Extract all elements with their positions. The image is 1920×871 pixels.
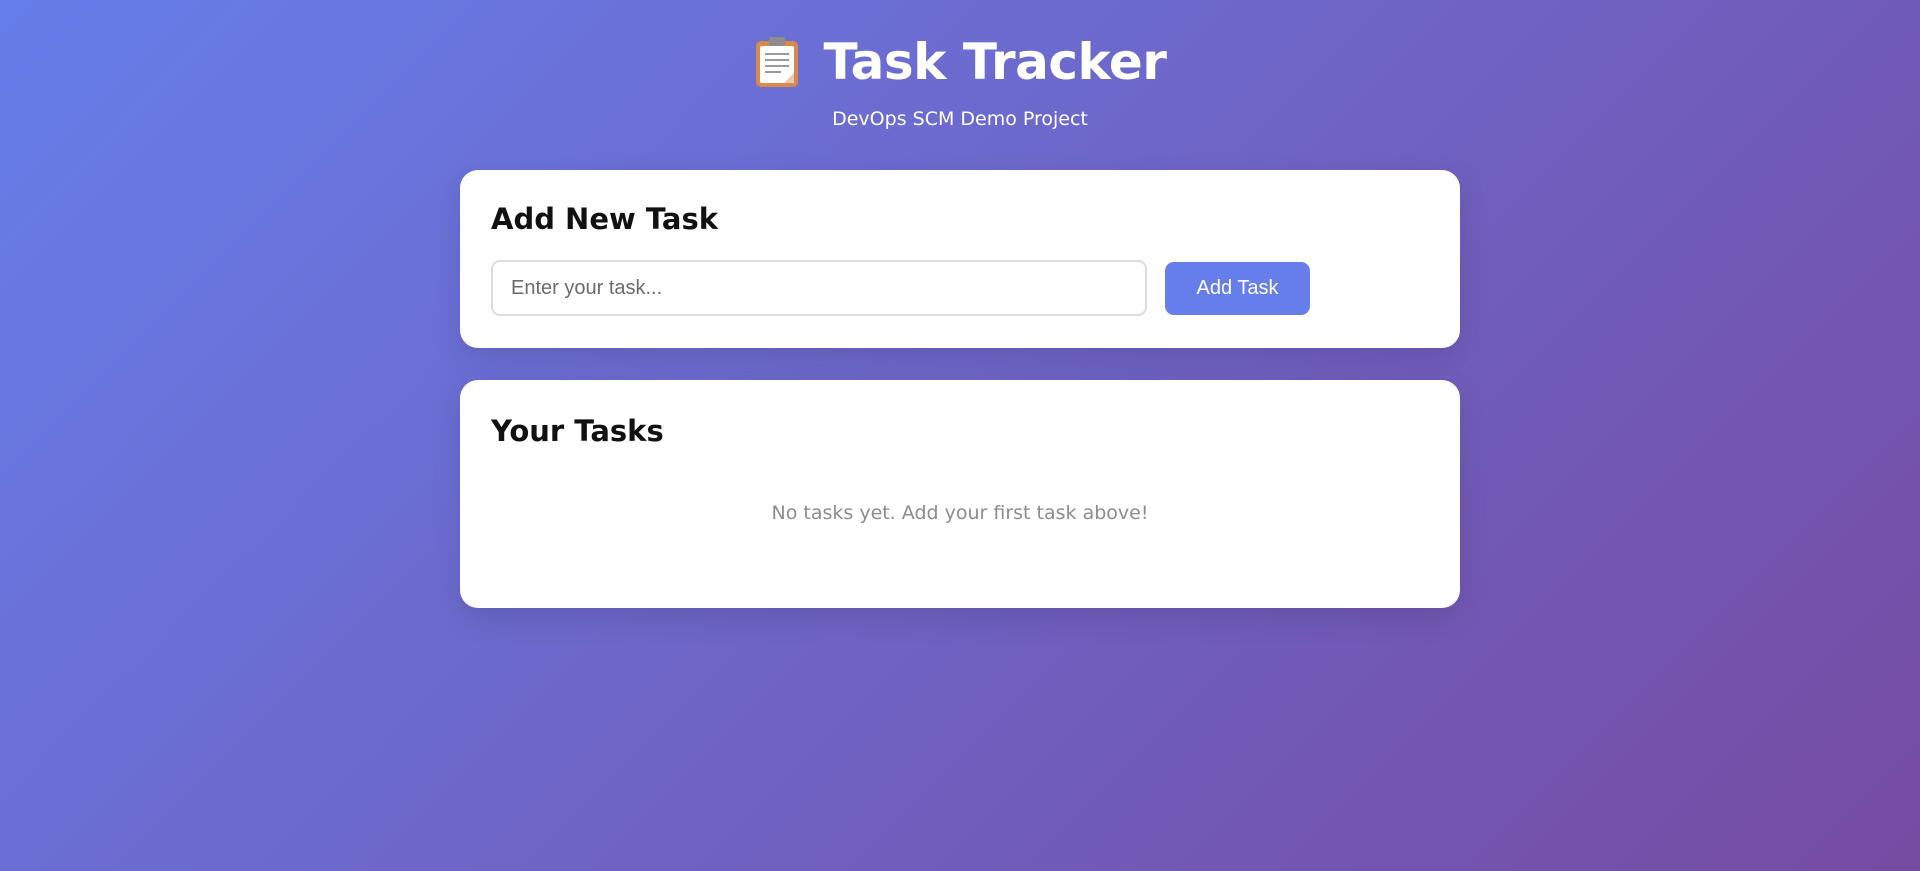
title-row: Task Tracker <box>0 30 1920 94</box>
add-task-heading: Add New Task <box>491 202 719 236</box>
task-list-card: Your Tasks No tasks yet. Add your first … <box>460 380 1460 608</box>
empty-state-message: No tasks yet. Add your first task above! <box>771 502 1149 524</box>
add-task-button[interactable]: Add Task <box>1165 262 1310 315</box>
page-subtitle: DevOps SCM Demo Project <box>832 108 1088 130</box>
add-task-card: Add New Task Add Task <box>460 170 1460 348</box>
task-list-heading: Your Tasks <box>491 414 664 448</box>
page-title: Task Tracker <box>823 33 1167 91</box>
clipboard-icon <box>754 36 800 88</box>
task-input[interactable] <box>491 260 1147 316</box>
